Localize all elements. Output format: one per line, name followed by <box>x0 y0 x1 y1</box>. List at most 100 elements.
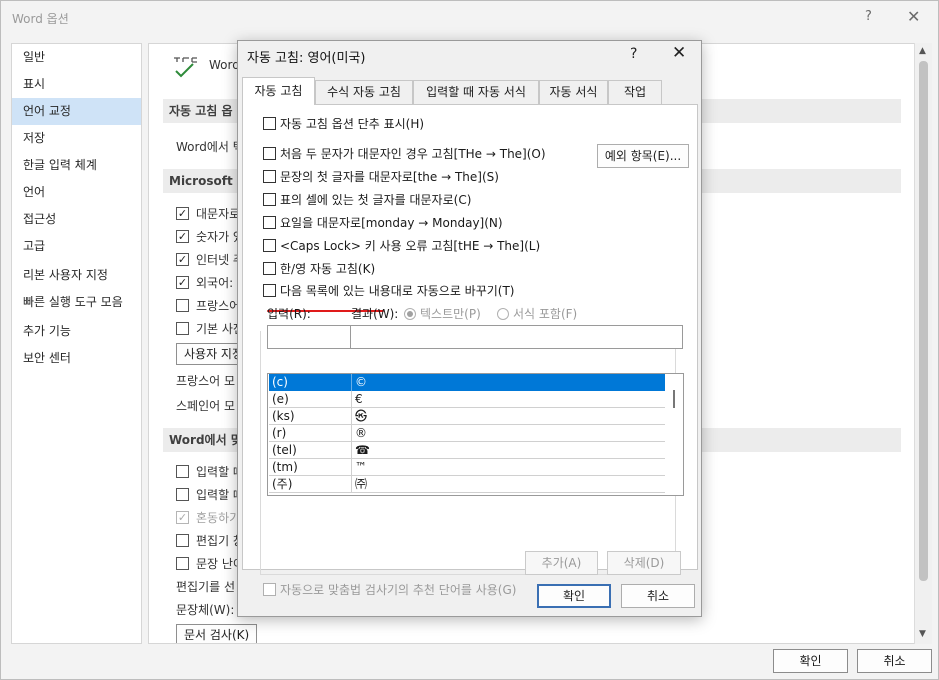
list-scrollbar[interactable] <box>666 374 683 495</box>
sidebar-item-proofing[interactable]: 언어 교정 <box>12 98 141 125</box>
option-capitalize-sentences[interactable]: 문장의 첫 글자를 대문자로[the → The](S) <box>263 169 499 185</box>
word-checkbox-1[interactable] <box>176 465 189 478</box>
office-checkbox-4[interactable]: ✓ <box>176 276 189 289</box>
autocorrect-description: Word에서 텍 <box>176 140 244 154</box>
korean-english-label: 한/영 자동 고침(K) <box>280 262 376 276</box>
office-check-label-1: 대문자로 <box>196 207 241 221</box>
exceptions-button[interactable]: 예외 항목(E)... <box>597 144 689 168</box>
table-row[interactable]: (tm) ™ <box>269 459 665 476</box>
sidebar-item-save[interactable]: 저장 <box>12 125 141 152</box>
entry-value: ® <box>355 426 367 440</box>
option-two-initial-caps[interactable]: 처음 두 문자가 대문자인 경우 고침[THe → The](O) <box>263 146 546 162</box>
input-label: 입력(R): <box>267 307 311 321</box>
tab-actions[interactable]: 작업 <box>608 80 662 104</box>
help-icon[interactable]: ? <box>865 9 872 24</box>
list-scroll-thumb[interactable] <box>673 390 675 408</box>
word-checkbox-3[interactable]: ✓ <box>176 511 189 524</box>
close-icon[interactable]: ✕ <box>907 7 920 26</box>
option-capitalize-days[interactable]: 요일을 대문자로[monday → Monday](N) <box>263 215 503 231</box>
formatted-text-radio[interactable]: 서식 포함(F) <box>497 305 577 322</box>
sidebar-item-accessibility[interactable]: 접근성 <box>12 206 141 233</box>
entry-value: € <box>355 392 363 406</box>
dialog-help-icon[interactable]: ? <box>630 46 637 62</box>
option-spelling-suggestions[interactable]: 자동으로 맞춤법 검사기의 추천 단어를 사용(G) <box>263 582 516 598</box>
dialog-ok-button[interactable]: 확인 <box>537 584 611 608</box>
with-result-field[interactable] <box>350 325 683 349</box>
word-checkbox-2[interactable] <box>176 488 189 501</box>
option-caps-lock[interactable]: <Caps Lock> 키 사용 오류 고침[tHE → The](L) <box>263 238 540 254</box>
spanish-mode-label: 스페인어 모 <box>176 399 236 413</box>
table-row[interactable]: (r) ® <box>269 425 665 442</box>
caps-lock-checkbox[interactable] <box>263 239 276 252</box>
tab-autoformat-as-you-type[interactable]: 입력할 때 자동 서식 <box>413 80 539 104</box>
replace-as-you-type-label: 다음 목록에 있는 내용대로 자동으로 바꾸기(T) <box>280 284 515 298</box>
capitalize-table-cells-checkbox[interactable] <box>263 193 276 206</box>
caps-lock-label: <Caps Lock> 키 사용 오류 고침[tHE → The](L) <box>280 239 541 253</box>
office-checkbox-6[interactable] <box>176 322 189 335</box>
table-row[interactable]: (ks) ㉿ <box>269 408 665 425</box>
sidebar-item-trust-center[interactable]: 보안 센터 <box>12 345 141 372</box>
word-checkbox-4[interactable] <box>176 534 189 547</box>
formatted-text-radio-dot[interactable] <box>497 308 509 320</box>
option-replace-as-you-type[interactable]: 다음 목록에 있는 내용대로 자동으로 바꾸기(T) <box>263 283 518 299</box>
table-row[interactable]: (주) ㈜ <box>269 476 665 493</box>
sidebar-item-language[interactable]: 언어 <box>12 179 141 206</box>
office-checkbox-2[interactable]: ✓ <box>176 230 189 243</box>
word-checkbox-5[interactable] <box>176 557 189 570</box>
abc-check-icon <box>174 57 197 78</box>
sidebar-item-addins[interactable]: 추가 기능 <box>12 318 141 345</box>
show-buttons-label: 자동 고침 옵션 단추 표시(H) <box>280 117 425 131</box>
option-capitalize-table-cells[interactable]: 표의 셀에 있는 첫 글자를 대문자로(C) <box>263 192 471 208</box>
content-scrollbar[interactable]: ▲ ▼ <box>914 43 932 644</box>
entry-key: (주) <box>272 477 293 491</box>
scroll-thumb[interactable] <box>919 61 928 581</box>
table-row[interactable]: (tel) ☎ <box>269 442 665 459</box>
delete-entry-button[interactable]: 삭제(D) <box>607 551 681 575</box>
show-buttons-checkbox[interactable] <box>263 117 276 130</box>
sidebar-item-general[interactable]: 일반 <box>12 44 141 71</box>
capitalize-sentences-checkbox[interactable] <box>263 170 276 183</box>
spelling-suggestions-checkbox[interactable] <box>263 583 276 596</box>
tab-autoformat[interactable]: 자동 서식 <box>539 80 608 104</box>
scroll-up-icon[interactable]: ▲ <box>919 46 926 56</box>
two-initial-caps-checkbox[interactable] <box>263 147 276 160</box>
plain-text-radio[interactable]: 텍스트만(P) <box>404 305 481 322</box>
dialog-close-icon[interactable]: ✕ <box>672 43 686 63</box>
sidebar-item-customize-ribbon[interactable]: 리본 사용자 지정 <box>12 262 141 289</box>
sidebar-item-korean-input[interactable]: 한글 입력 체계 <box>12 152 141 179</box>
replace-as-you-type-checkbox[interactable] <box>263 284 276 297</box>
recheck-document-button[interactable]: 문서 검사(K) <box>176 624 258 643</box>
tab-autocorrect[interactable]: 자동 고침 <box>242 77 315 105</box>
table-row[interactable]: (e) € <box>269 391 665 408</box>
sidebar-item-advanced[interactable]: 고급 <box>12 233 141 260</box>
writing-style-label: 문장체(W): <box>176 603 235 617</box>
sidebar-item-quick-access[interactable]: 빠른 실행 도구 모음 <box>12 289 141 316</box>
scroll-down-icon[interactable]: ▼ <box>919 629 926 639</box>
tab-math-autocorrect[interactable]: 수식 자동 고침 <box>315 80 413 104</box>
option-korean-english-autocorrect[interactable]: 한/영 자동 고침(K) <box>263 261 375 277</box>
korean-english-checkbox[interactable] <box>263 262 276 275</box>
plain-text-radio-dot[interactable] <box>404 308 416 320</box>
plain-text-radio-label: 텍스트만(P) <box>420 307 481 321</box>
entry-value: © <box>355 375 367 389</box>
office-checkbox-1[interactable]: ✓ <box>176 207 189 220</box>
replace-input-field[interactable] <box>267 325 351 349</box>
entry-key: (e) <box>272 392 289 406</box>
two-initial-caps-label: 처음 두 문자가 대문자인 경우 고침[THe → The](O) <box>280 147 546 161</box>
add-entry-button[interactable]: 추가(A) <box>525 551 598 575</box>
french-mode-label: 프랑스어 모 <box>176 374 236 388</box>
dialog-title: 자동 고침: 영어(미국) <box>247 51 366 66</box>
table-row[interactable]: (c) © <box>269 374 665 391</box>
capitalize-days-checkbox[interactable] <box>263 216 276 229</box>
replacement-list[interactable]: (c) © (e) € (ks) ㉿ (r) ® (tel) ☎ (tm) ™ (주) ㈜ <box>267 373 684 496</box>
entry-key: (c) <box>272 375 288 389</box>
office-checkbox-5[interactable] <box>176 299 189 312</box>
options-ok-button[interactable]: 확인 <box>773 649 848 673</box>
sidebar-item-display[interactable]: 표시 <box>12 71 141 98</box>
dialog-cancel-button[interactable]: 취소 <box>621 584 695 608</box>
entry-value: ㈜ <box>355 477 368 491</box>
show-buttons-option[interactable]: 자동 고침 옵션 단추 표시(H) <box>263 116 424 132</box>
office-checkbox-3[interactable]: ✓ <box>176 253 189 266</box>
capitalize-days-label: 요일을 대문자로[monday → Monday](N) <box>280 216 503 230</box>
options-cancel-button[interactable]: 취소 <box>857 649 932 673</box>
